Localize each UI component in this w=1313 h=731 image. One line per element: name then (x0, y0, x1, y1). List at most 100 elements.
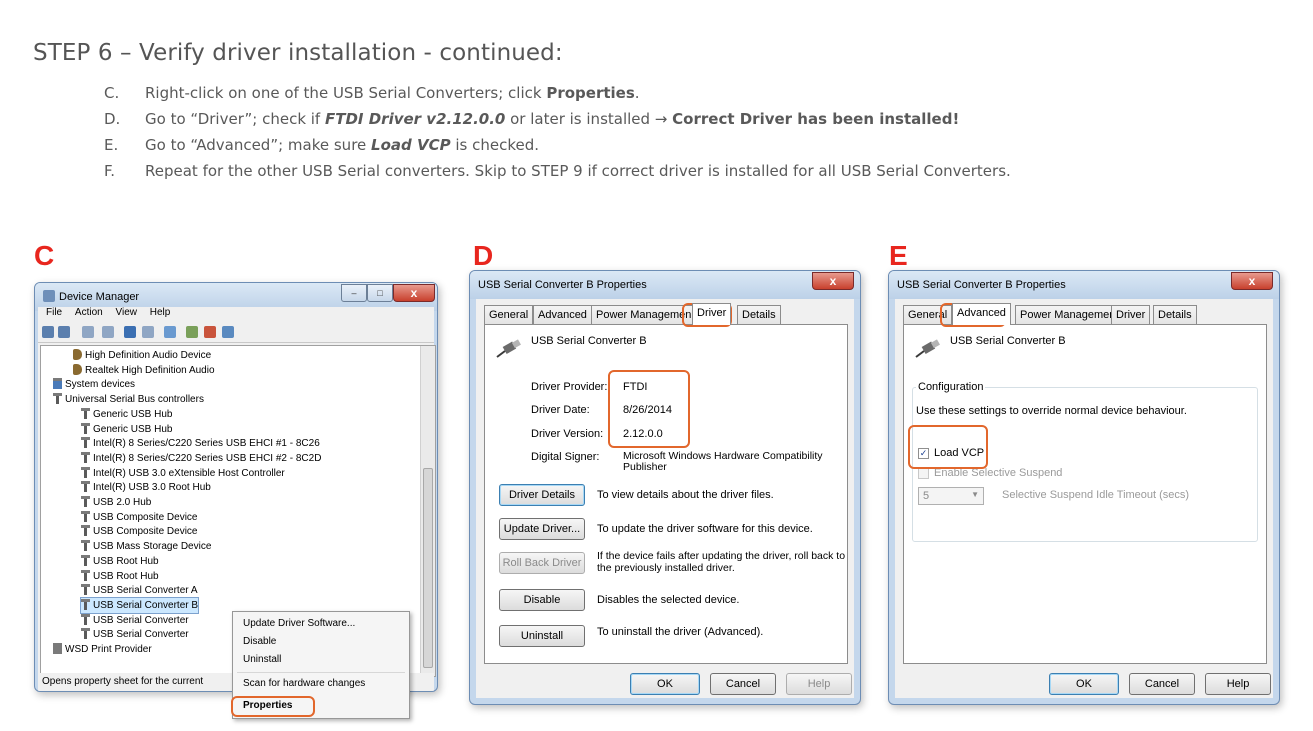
menu-action[interactable]: Action (75, 307, 103, 318)
device-tree-item[interactable]: USB Serial Converter (81, 613, 189, 628)
context-properties[interactable]: Properties (243, 700, 292, 711)
usb-icon (81, 598, 90, 610)
device-tree-label: USB Composite Device (93, 526, 198, 538)
device-tree-item[interactable]: USB Serial Converter (81, 627, 189, 642)
driver-help-button[interactable]: Help (786, 673, 852, 695)
configuration-desc: Use these settings to override normal de… (916, 405, 1187, 417)
adv-usb-plug-icon (914, 339, 940, 359)
context-uninstall[interactable]: Uninstall (243, 654, 281, 665)
context-update-driver[interactable]: Update Driver Software... (243, 618, 355, 629)
advanced-tab-body: USB Serial Converter B Configuration Use… (903, 324, 1267, 664)
device-tree-item[interactable]: Generic USB Hub (81, 407, 172, 422)
advanced-dialog-close-button[interactable]: x (1231, 272, 1273, 290)
toolbar (38, 323, 434, 343)
adv-tab-general[interactable]: General (903, 305, 953, 324)
uninstall-icon[interactable] (204, 326, 216, 338)
tab-advanced[interactable]: Advanced (533, 305, 592, 324)
view-icon[interactable] (102, 326, 114, 338)
back-icon[interactable] (42, 326, 54, 338)
step-letter: F. (104, 162, 115, 180)
load-vcp-label[interactable]: Load VCP (934, 447, 984, 459)
device-tree-item[interactable]: Realtek High Definition Audio (73, 363, 215, 378)
tree-scrollbar[interactable] (420, 346, 435, 676)
device-tree-item[interactable]: Universal Serial Bus controllers (53, 392, 204, 407)
device-tree-item[interactable]: USB Composite Device (81, 510, 197, 525)
adv-tab-advanced[interactable]: Advanced (952, 303, 1011, 325)
device-tree-label: High Definition Audio Device (85, 350, 212, 361)
device-tree-label: Generic USB Hub (93, 408, 173, 420)
scan-hardware-icon[interactable] (164, 326, 176, 338)
chevron-down-icon: ▼ (971, 490, 979, 499)
printer-icon (53, 643, 62, 654)
adv-tab-driver[interactable]: Driver (1111, 305, 1151, 324)
step-text-part: or later is installed → (505, 110, 673, 128)
advanced-dialog-title: USB Serial Converter B Properties (897, 279, 1066, 291)
properties-icon[interactable] (82, 326, 94, 338)
adv-tab-power-management[interactable]: Power Management (1015, 305, 1124, 324)
driver-cancel-button[interactable]: Cancel (710, 673, 776, 695)
usb-icon (81, 540, 90, 552)
device-tree-item[interactable]: USB Composite Device (81, 524, 197, 539)
adv-device-name: USB Serial Converter B (950, 335, 1066, 347)
driver-signer-label: Digital Signer: (531, 451, 600, 463)
speaker-icon (73, 349, 82, 360)
update-driver-button[interactable]: Update Driver... (499, 518, 585, 540)
tab-general[interactable]: General (484, 305, 534, 324)
device-tree-item[interactable]: Intel(R) 8 Series/C220 Series USB EHCI #… (81, 436, 320, 451)
device-tree-item[interactable]: USB Root Hub (81, 554, 159, 569)
advanced-ok-button[interactable]: OK (1049, 673, 1119, 695)
device-tree-item[interactable]: Intel(R) USB 3.0 Root Hub (81, 480, 211, 495)
enable-icon[interactable] (222, 326, 234, 338)
driver-details-button[interactable]: Driver Details (499, 484, 585, 506)
device-tree-item[interactable]: USB 2.0 Hub (81, 495, 151, 510)
device-tree-item[interactable]: Generic USB Hub (81, 422, 172, 437)
device-tree-item[interactable]: System devices (53, 377, 135, 392)
device-tree-item[interactable]: Intel(R) USB 3.0 eXtensible Host Control… (81, 466, 285, 481)
load-vcp-checkbox[interactable]: ✓ (918, 448, 929, 459)
driver-ok-button[interactable]: OK (630, 673, 700, 695)
disable-desc: Disables the selected device. (597, 594, 740, 606)
advanced-help-button[interactable]: Help (1205, 673, 1271, 695)
device-manager-icon (43, 290, 55, 302)
device-tree-label: USB Serial Converter (93, 629, 189, 641)
show-hidden-icon[interactable] (142, 326, 154, 338)
device-tree-item[interactable]: High Definition Audio Device (73, 348, 211, 363)
step-list: C. Right-click on one of the USB Serial C… (104, 84, 1304, 188)
close-button[interactable]: x (393, 284, 435, 302)
tab-details[interactable]: Details (737, 305, 781, 324)
scrollbar-thumb[interactable] (423, 468, 433, 668)
update-driver-desc: To update the driver software for this d… (597, 523, 813, 535)
roll-back-driver-button[interactable]: Roll Back Driver (499, 552, 585, 574)
device-tree-item[interactable]: WSD Print Provider (53, 642, 152, 657)
menu-help[interactable]: Help (150, 307, 171, 318)
menu-view[interactable]: View (115, 307, 137, 318)
advanced-cancel-button[interactable]: Cancel (1129, 673, 1195, 695)
forward-icon[interactable] (58, 326, 70, 338)
tab-power-management[interactable]: Power Managemen (591, 305, 697, 324)
uninstall-button[interactable]: Uninstall (499, 625, 585, 647)
step-text-part: Correct Driver has been installed! (672, 110, 960, 128)
menu-file[interactable]: File (46, 307, 62, 318)
selective-suspend-label[interactable]: Enable Selective Suspend (934, 467, 1062, 479)
device-tree-item[interactable]: USB Mass Storage Device (81, 539, 211, 554)
device-tree-item[interactable]: USB Serial Converter B (79, 596, 200, 614)
driver-dialog-title: USB Serial Converter B Properties (478, 279, 647, 291)
tab-driver[interactable]: Driver (692, 303, 732, 325)
context-disable[interactable]: Disable (243, 636, 276, 647)
help-icon[interactable] (124, 326, 136, 338)
selective-suspend-checkbox[interactable] (918, 468, 929, 479)
update-driver-icon[interactable] (186, 326, 198, 338)
maximize-button[interactable]: □ (367, 284, 393, 302)
usb-icon (81, 510, 90, 522)
driver-dialog-close-button[interactable]: x (812, 272, 854, 290)
adv-tab-details[interactable]: Details (1153, 305, 1197, 324)
context-scan-hardware[interactable]: Scan for hardware changes (243, 678, 365, 689)
device-tree-item[interactable]: USB Serial Converter A (81, 583, 198, 598)
disable-button[interactable]: Disable (499, 589, 585, 611)
timeout-combo[interactable]: 5 ▼ (918, 487, 984, 505)
minimize-button[interactable]: – (341, 284, 367, 302)
device-tree-item[interactable]: Intel(R) 8 Series/C220 Series USB EHCI #… (81, 451, 321, 466)
panel-label-d: D (473, 240, 494, 271)
step-letter: D. (104, 110, 121, 128)
device-tree-item[interactable]: USB Root Hub (81, 569, 159, 584)
